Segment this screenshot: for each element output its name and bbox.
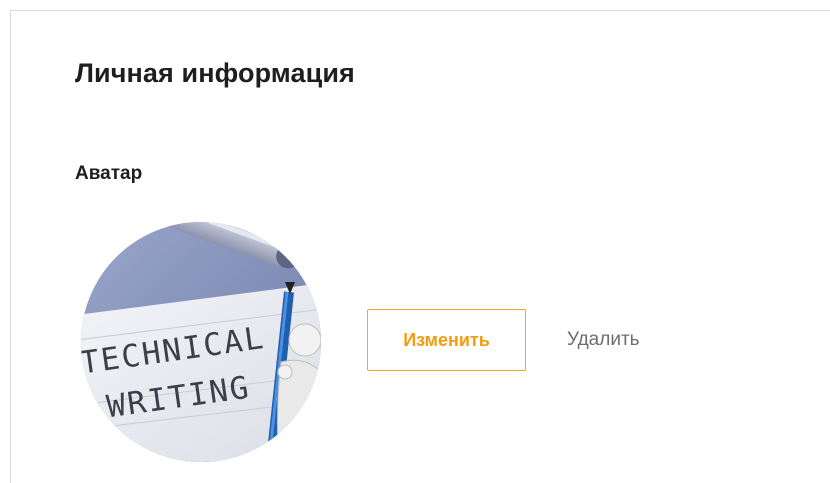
section-title: Личная информация — [75, 58, 355, 88]
delete-avatar-button[interactable]: Удалить — [567, 325, 640, 355]
personal-info-card: Личная информация Аватар TECHNICAL WRITI… — [10, 10, 830, 483]
avatar: TECHNICAL WRITING — [81, 222, 321, 462]
avatar-image: TECHNICAL WRITING — [81, 222, 321, 462]
page: Личная информация Аватар TECHNICAL WRITI… — [0, 0, 830, 483]
change-avatar-button[interactable]: Изменить — [367, 309, 526, 371]
avatar-label: Аватар — [75, 163, 143, 184]
